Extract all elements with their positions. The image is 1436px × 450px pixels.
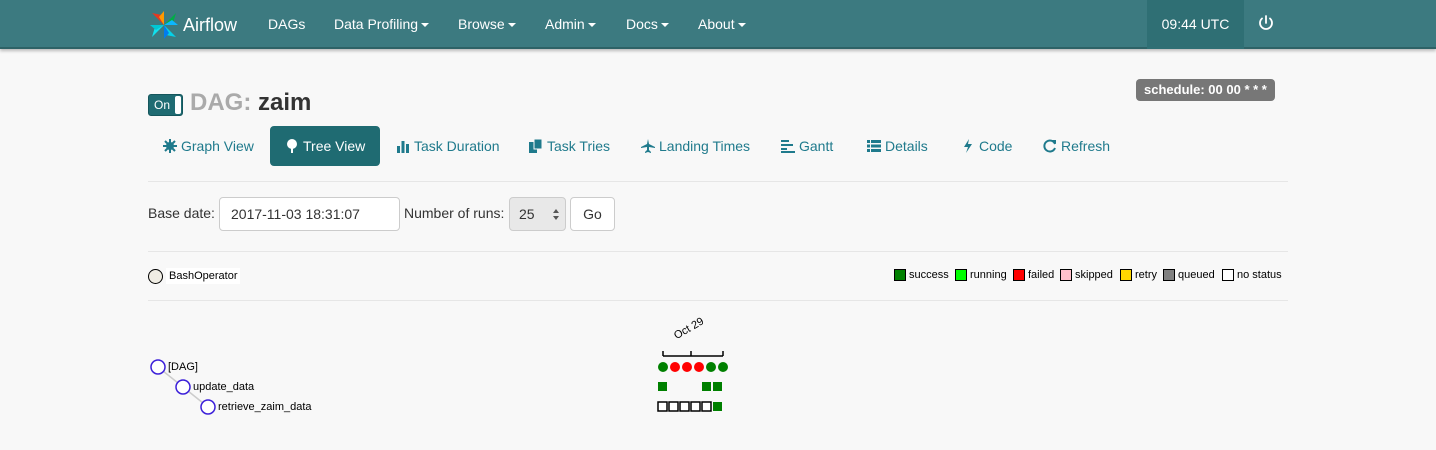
task-instance-status-square[interactable]: [713, 382, 722, 391]
dag-run-status-circle[interactable]: [694, 362, 704, 372]
task-instance-status-square[interactable]: [701, 401, 712, 412]
dag-run-status-circle[interactable]: [658, 362, 668, 372]
dag-run-status-circle[interactable]: [718, 362, 728, 372]
tree-node-circle[interactable]: [150, 359, 166, 375]
dag-run-status-circle[interactable]: [670, 362, 680, 372]
tree-node-label: update_data: [193, 381, 255, 393]
task-instance-status-square[interactable]: [690, 401, 701, 412]
task-instance-status-square[interactable]: [657, 401, 668, 412]
tree-node-label: [DAG]: [168, 361, 198, 373]
task-instance-status-square[interactable]: [668, 401, 679, 412]
tree-node-label: retrieve_zaim_data: [218, 401, 312, 413]
task-instance-status-square[interactable]: [679, 401, 690, 412]
task-instance-status-square[interactable]: [702, 382, 711, 391]
task-instance-status-square[interactable]: [658, 382, 667, 391]
tree-node-circle[interactable]: [175, 379, 191, 395]
tree-node-circle[interactable]: [200, 399, 216, 415]
dag-run-status-circle[interactable]: [706, 362, 716, 372]
dag-run-status-circle[interactable]: [682, 362, 692, 372]
task-instance-status-square[interactable]: [713, 402, 722, 411]
